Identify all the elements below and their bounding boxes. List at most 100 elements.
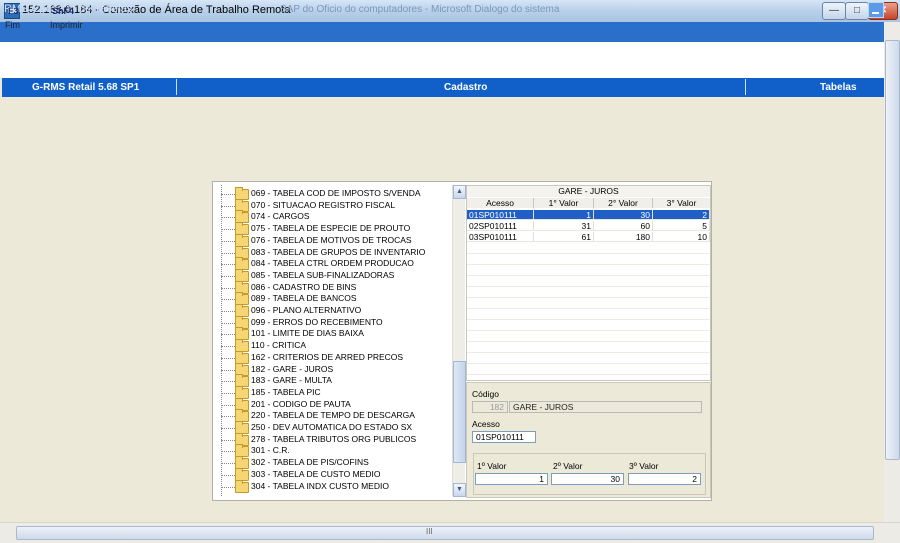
tree-item-label: 075 - TABELA DE ESPECIE DE PROUTO <box>251 223 411 234</box>
tree-item-label: 069 - TABELA COD DE IMPOSTO S/VENDA <box>251 188 421 198</box>
tree-connector <box>221 322 235 324</box>
valor1-field[interactable]: 1 <box>475 473 548 485</box>
grid-cell[interactable]: 31 <box>534 221 594 231</box>
grid-cell[interactable]: 180 <box>594 232 653 242</box>
grid-empty-row <box>467 253 710 254</box>
grid-cell[interactable]: 1 <box>534 210 594 220</box>
tree-item-label: 301 - C.R. <box>251 445 290 456</box>
tree-item-label: 076 - TABELA DE MOTIVOS DE TROCAS <box>251 234 412 245</box>
tree-item-label: 101 - LIMITE DE DIAS BAIXA <box>251 328 364 339</box>
valor1-label: 1º Valor <box>477 461 507 471</box>
valor2-field[interactable]: 30 <box>551 473 624 485</box>
grid-empty-row <box>467 286 710 287</box>
acesso-field[interactable]: 01SP010111 <box>472 431 536 443</box>
f3-label[interactable]: Fim <box>5 20 20 30</box>
grid-empty-row <box>467 308 710 309</box>
rdp-vertical-scrollbar[interactable] <box>884 22 900 522</box>
rdp-vscroll-thumb[interactable] <box>885 40 900 460</box>
tree-connector <box>221 287 235 289</box>
folder-icon <box>235 479 249 493</box>
grid-header-acesso[interactable]: Acesso <box>467 198 534 208</box>
tree-item-label: 110 - CRITICA <box>251 340 307 351</box>
shf4-key[interactable]: ShF4 <box>52 6 74 16</box>
tree-item-label: 185 - TABELA PIC <box>251 386 321 397</box>
f3-key[interactable]: F3 <box>8 6 19 16</box>
tree-connector <box>221 205 235 207</box>
grid-header-valor2[interactable]: 2° Valor <box>594 198 653 208</box>
grid-cell[interactable]: 61 <box>534 232 594 242</box>
tree-scrollbar[interactable]: ▲ ▼ <box>452 185 466 497</box>
table-tree[interactable]: 069 - TABELA COD DE IMPOSTO S/VENDA 070 -… <box>215 185 453 496</box>
grid-cell[interactable]: 2 <box>653 210 710 220</box>
minimize-button[interactable]: — <box>822 2 846 20</box>
section-title: Cadastro <box>444 82 488 93</box>
tree-item-label: 304 - TABELA INDX CUSTO MEDIO <box>251 480 389 491</box>
tree-item-label: 074 - CARGOS <box>251 211 310 222</box>
tree-connector <box>221 474 235 476</box>
grid-cell[interactable]: 10 <box>653 232 710 242</box>
tree-item-label: 086 - CADASTRO DE BINS <box>251 281 357 292</box>
tree-item-label: 303 - TABELA DE CUSTO MEDIO <box>251 468 381 479</box>
grid-title: GARE - JUROS <box>467 186 710 197</box>
tree-scroll-thumb[interactable] <box>453 361 466 463</box>
tree-item-label: 085 - TABELA SUB-FINALIZADORAS <box>251 269 395 280</box>
tree-item-label: 278 - TABELA TRIBUTOS ORG PUBLICOS <box>251 433 417 444</box>
tree-connector <box>221 392 235 394</box>
hscroll-grip: III <box>426 527 433 536</box>
tree-connector <box>221 194 235 195</box>
tree-item-label: 096 - PLANO ALTERNATIVO <box>251 305 362 315</box>
grid-cell[interactable]: 02SP010111 <box>467 221 534 231</box>
grid-cell[interactable]: 60 <box>594 221 653 231</box>
grid-empty-row <box>467 319 710 320</box>
grid-empty-row <box>467 330 710 331</box>
tree-item-label: 182 - GARE - JUROS <box>251 363 334 374</box>
grid-cell[interactable]: 03SP010111 <box>467 232 534 242</box>
grid-header-valor3[interactable]: 3° Valor <box>653 198 710 208</box>
rdp-hscroll-thumb[interactable] <box>16 526 874 540</box>
maximize-button[interactable]: □ <box>845 2 869 20</box>
tree-connector <box>221 404 235 406</box>
tree-connector <box>221 416 235 418</box>
shf4-label[interactable]: Imprimir <box>50 20 83 30</box>
tree-connector <box>221 299 235 301</box>
tree-item-label: 183 - GARE - MULTA <box>251 375 332 386</box>
scroll-up-icon[interactable]: ▲ <box>453 185 466 199</box>
tree-connector <box>221 381 235 383</box>
tree-connector <box>221 439 235 441</box>
tree-connector <box>221 346 235 348</box>
grid-cell[interactable]: 01SP010111 <box>467 210 534 220</box>
grid-cell[interactable]: 30 <box>594 210 653 220</box>
tree-connector <box>221 334 235 336</box>
codigo-field: 182 <box>472 401 508 413</box>
valor2-label: 2º Valor <box>553 461 583 471</box>
grid-header-valor1[interactable]: 1° Valor <box>534 198 594 208</box>
tree-connector <box>221 486 235 488</box>
tree-connector <box>221 252 235 254</box>
tree-item-label: 070 - SITUACAO REGISTRO FISCAL <box>251 199 396 210</box>
tree-connector <box>221 451 235 453</box>
descricao-field: GARE - JUROS <box>509 401 702 413</box>
tree-item-label: 162 - CRITERIOS DE ARRED PRECOS <box>251 351 404 362</box>
tree-item-label: 201 - CODIGO DE PAUTA <box>251 398 351 409</box>
grid-empty-row <box>467 341 710 342</box>
valor3-field[interactable]: 2 <box>628 473 701 485</box>
tree-connector <box>221 229 235 231</box>
tree-connector <box>221 463 235 465</box>
grid-empty-row <box>467 374 710 375</box>
grid-cell[interactable]: 5 <box>653 221 710 231</box>
tree-connector <box>221 311 235 312</box>
valor3-label: 3º Valor <box>629 461 659 471</box>
header-divider <box>745 79 746 95</box>
grid-empty-row <box>467 264 710 265</box>
scroll-down-icon[interactable]: ▼ <box>453 483 466 497</box>
tree-item-label: 099 - ERROS DO RECEBIMENTO <box>251 316 383 327</box>
tree-item-label: 084 - TABELA CTRL ORDEM PRODUCAO <box>251 258 414 269</box>
tree-connector <box>221 264 235 266</box>
tree-item-label: 302 - TABELA DE PIS/COFINS <box>251 457 369 468</box>
app-titlebar <box>0 22 885 42</box>
tree-connector <box>221 357 235 359</box>
app-minimize-button[interactable] <box>868 2 884 18</box>
rdp-horizontal-scrollbar[interactable]: III <box>0 522 900 543</box>
grid-empty-row <box>467 275 710 276</box>
header-divider <box>176 79 177 95</box>
